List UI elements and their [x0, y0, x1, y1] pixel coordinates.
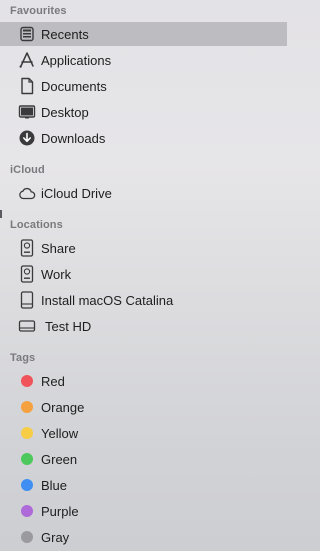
sidebar-item-test-hd[interactable]: Test HD [0, 314, 287, 338]
sidebar-item-label: Desktop [41, 104, 89, 120]
tag-color-dot [21, 505, 33, 517]
sidebar-item-desktop[interactable]: Desktop [0, 100, 287, 124]
section-header-icloud: iCloud [10, 164, 45, 176]
sidebar-item-label: Recents [41, 26, 89, 42]
tag-color-dot [21, 479, 33, 491]
disk-icon [18, 317, 36, 335]
sidebar-item-label: Orange [41, 399, 85, 415]
documents-icon [18, 77, 36, 95]
tag-color-dot [21, 427, 33, 439]
sidebar-item-tag-gray[interactable]: Gray [0, 525, 287, 549]
sidebar-item-label: Work [41, 266, 72, 282]
sidebar-item-install-macos-catalina[interactable]: Install macOS Catalina [0, 288, 287, 312]
sidebar-item-work[interactable]: Work [0, 262, 287, 286]
sidebar-item-downloads[interactable]: Downloads [0, 126, 287, 150]
server-disk-icon [18, 265, 36, 283]
tag-color-dot [21, 401, 33, 413]
applications-icon [18, 51, 36, 69]
sidebar-item-tag-orange[interactable]: Orange [0, 395, 287, 419]
sidebar-item-label: Documents [41, 78, 107, 94]
server-disk-icon [18, 239, 36, 257]
finder-sidebar: Favourites Recents Applications Document… [0, 0, 287, 551]
section-header-locations: Locations [10, 219, 63, 231]
sidebar-item-share[interactable]: Share [0, 236, 287, 260]
sidebar-item-tag-green[interactable]: Green [0, 447, 287, 471]
sidebar-item-label: Red [41, 373, 65, 389]
sidebar-item-label: Yellow [41, 425, 79, 441]
sidebar-item-applications[interactable]: Applications [0, 48, 287, 72]
sidebar-item-label: iCloud Drive [41, 185, 112, 201]
sidebar-item-label: Green [41, 451, 78, 467]
sidebar-item-label: Blue [41, 477, 68, 493]
sidebar-item-label: Gray [41, 529, 70, 545]
sidebar-item-label: Test HD [45, 318, 92, 334]
sidebar-item-tag-yellow[interactable]: Yellow [0, 421, 287, 445]
disk-icon [18, 291, 36, 309]
tag-color-dot [21, 453, 33, 465]
sidebar-item-label: Purple [41, 503, 79, 519]
tag-color-dot [21, 375, 33, 387]
sidebar-item-label: Install macOS Catalina [41, 292, 174, 308]
recents-icon [18, 25, 36, 43]
sidebar-item-tag-purple[interactable]: Purple [0, 499, 287, 523]
resize-handle[interactable] [0, 210, 2, 218]
sidebar-item-label: Share [41, 240, 76, 256]
sidebar-item-recents[interactable]: Recents [0, 22, 287, 46]
sidebar-item-label: Applications [41, 52, 112, 68]
section-header-tags: Tags [10, 352, 36, 364]
downloads-icon [18, 129, 36, 147]
sidebar-item-tag-blue[interactable]: Blue [0, 473, 287, 497]
sidebar-item-tag-red[interactable]: Red [0, 369, 287, 393]
section-header-favourites: Favourites [10, 5, 67, 17]
tag-color-dot [21, 531, 33, 543]
cloud-icon [18, 184, 36, 202]
sidebar-item-icloud-drive[interactable]: iCloud Drive [0, 181, 287, 205]
sidebar-item-label: Downloads [41, 130, 106, 146]
desktop-icon [18, 103, 36, 121]
sidebar-item-documents[interactable]: Documents [0, 74, 287, 98]
